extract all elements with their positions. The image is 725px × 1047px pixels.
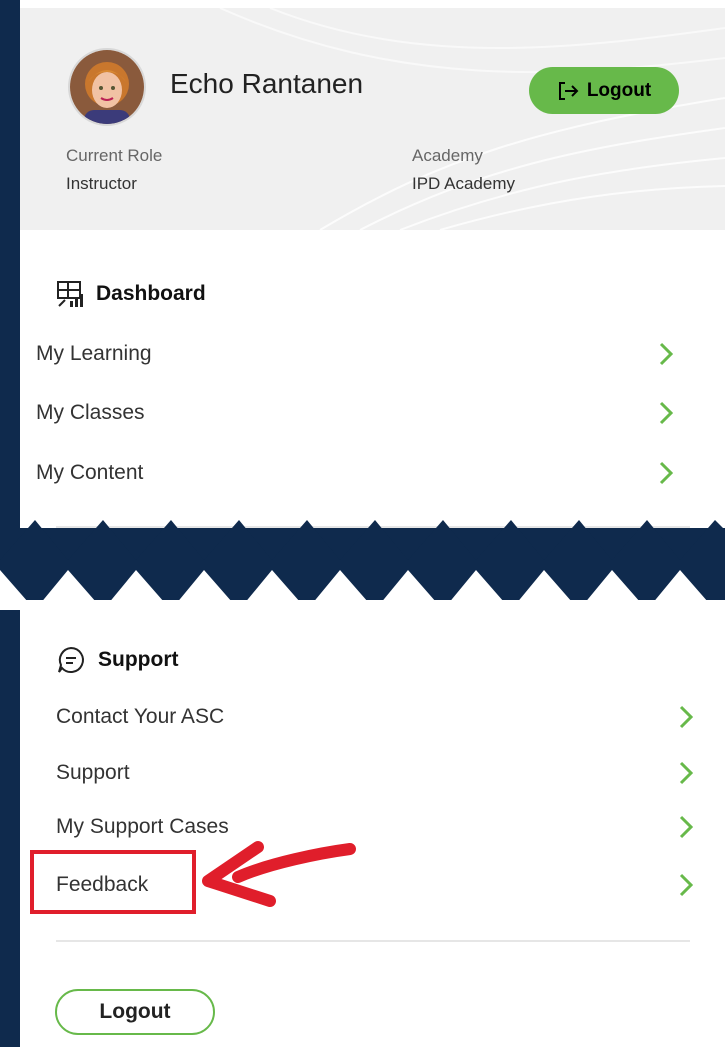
- avatar: [68, 48, 146, 126]
- feedback-highlight-box: [30, 850, 196, 914]
- nav-item-my-learning[interactable]: My Learning: [36, 334, 676, 374]
- academy-value: IPD Academy: [412, 174, 515, 193]
- nav-item-label: My Content: [36, 461, 144, 484]
- chevron-right-icon: [656, 341, 676, 367]
- nav-item-label: My Classes: [36, 401, 145, 424]
- nav-item-contact-your-asc[interactable]: Contact Your ASC: [56, 697, 696, 737]
- dashboard-icon: [57, 281, 83, 307]
- logout-button-footer[interactable]: Logout: [55, 989, 215, 1035]
- footer-divider: [56, 940, 690, 942]
- support-title: Support: [98, 648, 179, 671]
- user-name: Echo Rantanen: [170, 68, 364, 99]
- chevron-right-icon: [676, 814, 696, 840]
- torn-edge-separator: [0, 520, 725, 610]
- menu-panel-top: Echo Rantanen Logout Current Role Instru…: [20, 0, 725, 528]
- logout-button-header-label: Logout: [586, 79, 652, 101]
- chevron-right-icon: [676, 872, 696, 898]
- nav-item-label: My Learning: [36, 342, 152, 365]
- nav-item-my-classes[interactable]: My Classes: [36, 393, 676, 433]
- avatar-photo: [70, 50, 144, 124]
- nav-item-label: Contact Your ASC: [56, 705, 225, 728]
- logout-icon: [558, 81, 579, 100]
- nav-item-support[interactable]: Support: [56, 753, 696, 793]
- chat-bubble-icon: [58, 646, 84, 673]
- dashboard-section-title: Dashboard: [56, 280, 206, 308]
- profile-header: Echo Rantanen Logout Current Role Instru…: [20, 8, 725, 230]
- current-role-label: Current Role: [66, 146, 163, 165]
- chevron-right-icon: [676, 760, 696, 786]
- dashboard-title: Dashboard: [96, 282, 206, 305]
- red-arrow-annotation: [202, 841, 356, 907]
- nav-item-my-content[interactable]: My Content: [36, 453, 676, 493]
- chevron-right-icon: [676, 704, 696, 730]
- academy-label: Academy: [412, 146, 483, 165]
- nav-item-my-support-cases[interactable]: My Support Cases: [56, 807, 696, 847]
- nav-item-label: Support: [56, 761, 130, 784]
- chevron-right-icon: [656, 460, 676, 486]
- logout-button-header[interactable]: Logout: [529, 67, 679, 114]
- current-role-value: Instructor: [66, 174, 137, 193]
- support-section-title: Support: [56, 645, 178, 675]
- chevron-right-icon: [656, 400, 676, 426]
- screenshot-root: Echo Rantanen Logout Current Role Instru…: [0, 0, 725, 1047]
